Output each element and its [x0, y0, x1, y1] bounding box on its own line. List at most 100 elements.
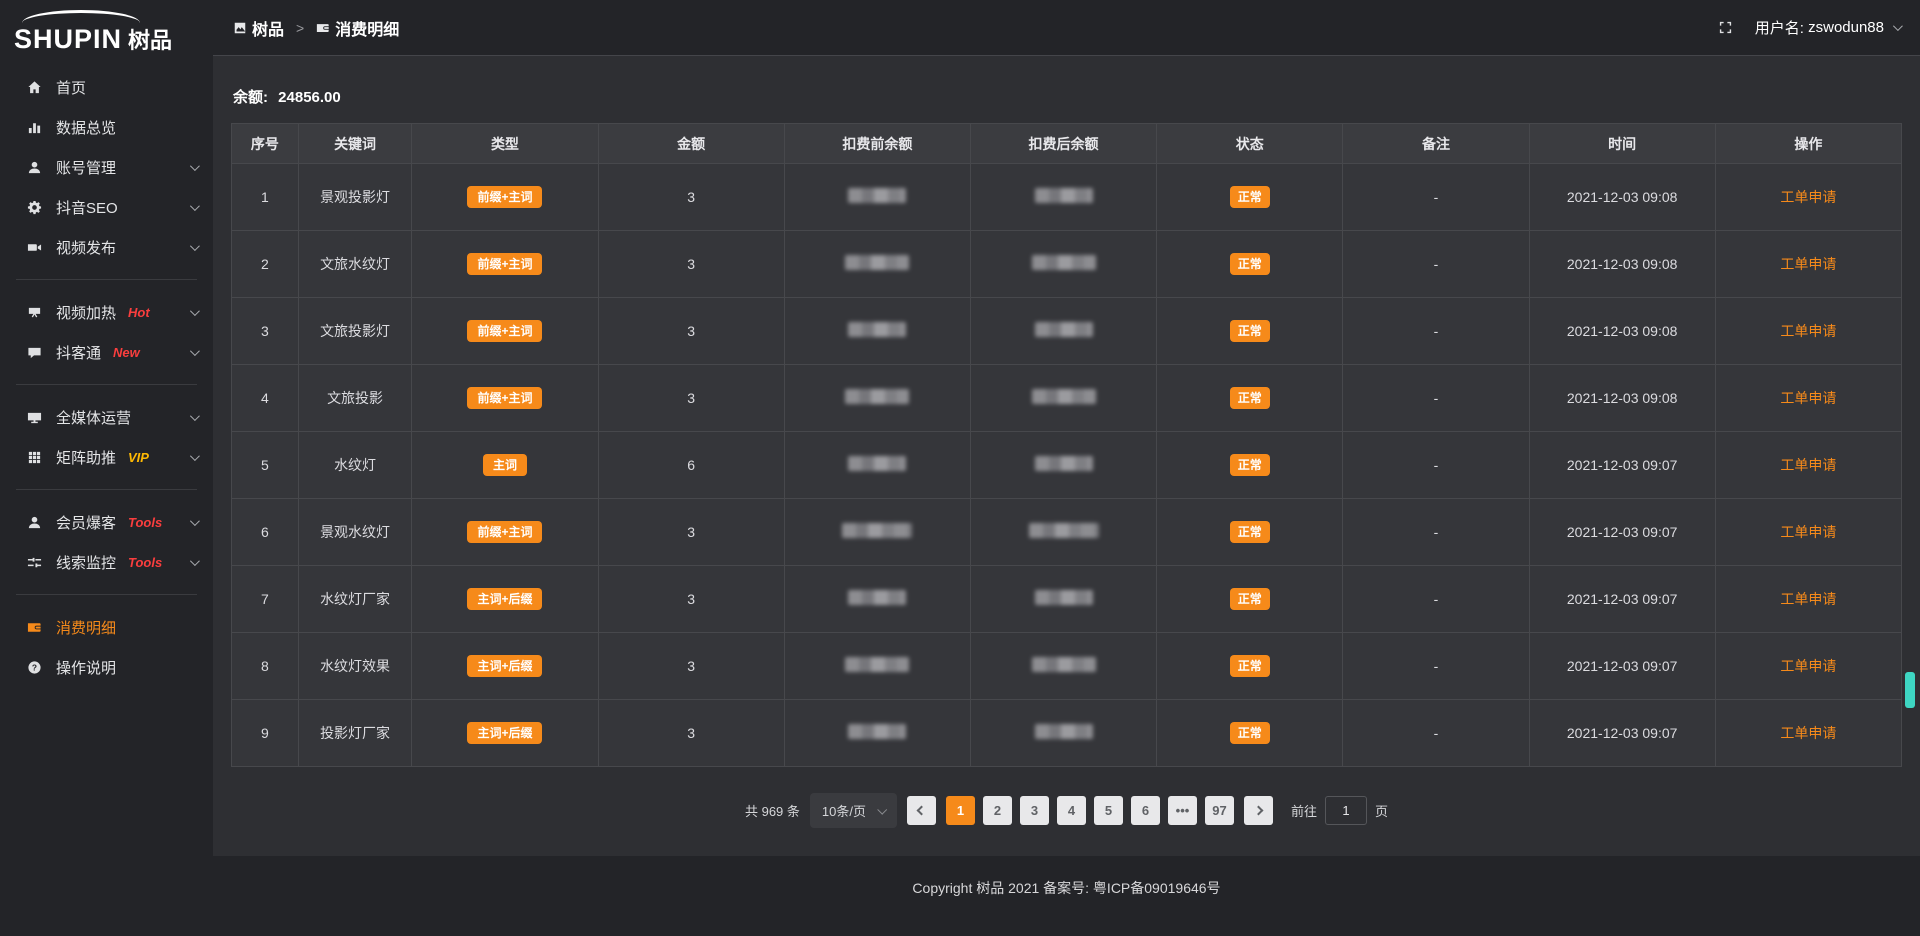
row-index-cell: 4 — [232, 365, 299, 432]
sidebar-item-member-baoke[interactable]: 会员爆客 Tools — [0, 502, 213, 542]
note-cell: - — [1343, 365, 1529, 432]
sidebar-nav: 首页 数据总览 账号管理 抖音SEO 视频发布 — [0, 57, 213, 687]
ticket-request-link[interactable]: 工单申请 — [1780, 457, 1836, 473]
page-size-value: 10条/页 — [822, 801, 866, 820]
keyword-cell: 水纹灯厂家 — [298, 566, 412, 633]
table-row: 8水纹灯效果主词+后缀3正常-2021-12-03 09:07工单申请 — [232, 633, 1902, 700]
sidebar-item-label: 会员爆客 — [56, 512, 116, 533]
sidebar-item-lead-monitoring[interactable]: 线索监控 Tools — [0, 542, 213, 582]
masked-balance-after — [1029, 523, 1099, 538]
sidebar-item-label: 全媒体运营 — [56, 407, 131, 428]
table-row: 3文旅投影灯前缀+主词3正常-2021-12-03 09:08工单申请 — [232, 298, 1902, 365]
ticket-request-link[interactable]: 工单申请 — [1780, 256, 1836, 272]
table-cell — [970, 365, 1156, 432]
row-index-cell: 3 — [232, 298, 299, 365]
consumption-table: 序号关键词类型金额扣费前余额扣费后余额状态备注时间操作 1景观投影灯前缀+主词3… — [231, 123, 1902, 767]
ticket-request-link[interactable]: 工单申请 — [1780, 591, 1836, 607]
vip-tag: VIP — [128, 450, 149, 465]
amount-cell: 3 — [598, 566, 784, 633]
chevron-down-icon — [190, 161, 200, 171]
fullscreen-icon — [1718, 20, 1733, 35]
status-badge: 正常 — [1230, 253, 1270, 275]
table-cell — [970, 499, 1156, 566]
grid-icon — [26, 449, 42, 465]
keyword-cell: 景观投影灯 — [298, 164, 412, 231]
sidebar-item-omnimedia-operation[interactable]: 全媒体运营 — [0, 397, 213, 437]
sidebar-item-home[interactable]: 首页 — [0, 67, 213, 107]
row-index-cell: 7 — [232, 566, 299, 633]
footer: Copyright 树品 2021 备案号: 粤ICP备09019646号 — [213, 856, 1920, 936]
sidebar-item-douyin-seo[interactable]: 抖音SEO — [0, 187, 213, 227]
page-button[interactable]: 97 — [1205, 796, 1234, 825]
column-header: 备注 — [1343, 124, 1529, 164]
scrollbar-thumb[interactable] — [1905, 672, 1915, 708]
table-cell: 工单申请 — [1715, 700, 1901, 767]
chevron-down-icon — [190, 516, 200, 526]
masked-balance-before — [845, 657, 909, 672]
ticket-request-link[interactable]: 工单申请 — [1780, 323, 1836, 339]
table-row: 6景观水纹灯前缀+主词3正常-2021-12-03 09:07工单申请 — [232, 499, 1902, 566]
time-cell: 2021-12-03 09:08 — [1529, 298, 1715, 365]
user-dropdown[interactable]: 用户名: zswodun88 — [1755, 17, 1900, 38]
type-badge: 主词+后缀 — [467, 588, 542, 610]
amount-cell: 3 — [598, 231, 784, 298]
table-cell — [784, 432, 970, 499]
masked-balance-after — [1035, 590, 1093, 605]
page-button[interactable]: 5 — [1094, 796, 1123, 825]
page-button[interactable]: 2 — [983, 796, 1012, 825]
table-cell: 主词+后缀 — [412, 700, 598, 767]
sidebar-item-instructions[interactable]: ? 操作说明 — [0, 647, 213, 687]
next-page-button[interactable] — [1244, 796, 1273, 825]
ticket-request-link[interactable]: 工单申请 — [1780, 390, 1836, 406]
row-index-cell: 1 — [232, 164, 299, 231]
table-cell: 正常 — [1157, 700, 1343, 767]
table-cell — [970, 164, 1156, 231]
table-cell — [784, 566, 970, 633]
breadcrumb-home[interactable]: 树品 — [233, 16, 284, 40]
prev-page-button[interactable] — [907, 796, 936, 825]
sidebar-item-douketong[interactable]: 抖客通 New — [0, 332, 213, 372]
breadcrumb-label: 消费明细 — [335, 16, 399, 40]
sidebar-item-video-publish[interactable]: 视频发布 — [0, 227, 213, 267]
page-button[interactable]: 1 — [946, 796, 975, 825]
sidebar-item-account-management[interactable]: 账号管理 — [0, 147, 213, 187]
ticket-request-link[interactable]: 工单申请 — [1780, 189, 1836, 205]
balance-display: 余额: 24856.00 — [231, 56, 1902, 123]
amount-cell: 3 — [598, 298, 784, 365]
keyword-cell: 文旅水纹灯 — [298, 231, 412, 298]
time-cell: 2021-12-03 09:07 — [1529, 700, 1715, 767]
ticket-request-link[interactable]: 工单申请 — [1780, 524, 1836, 540]
breadcrumb-label: 树品 — [252, 16, 284, 40]
masked-balance-after — [1035, 724, 1093, 739]
status-badge: 正常 — [1230, 186, 1270, 208]
sidebar-item-data-overview[interactable]: 数据总览 — [0, 107, 213, 147]
ticket-request-link[interactable]: 工单申请 — [1780, 658, 1836, 674]
page-button[interactable]: 4 — [1057, 796, 1086, 825]
note-cell: - — [1343, 700, 1529, 767]
goto-page-input[interactable] — [1325, 796, 1367, 825]
time-cell: 2021-12-03 09:07 — [1529, 432, 1715, 499]
ticket-request-link[interactable]: 工单申请 — [1780, 725, 1836, 741]
type-badge: 主词+后缀 — [467, 655, 542, 677]
sidebar-item-matrix-boost[interactable]: 矩阵助推 VIP — [0, 437, 213, 477]
goto-suffix-label: 页 — [1375, 801, 1388, 820]
nav-divider — [16, 594, 197, 595]
table-cell — [970, 700, 1156, 767]
fullscreen-button[interactable] — [1718, 20, 1733, 35]
type-badge: 前缀+主词 — [467, 521, 542, 543]
table-cell: 正常 — [1157, 432, 1343, 499]
sidebar-item-consumption-detail[interactable]: 消费明细 — [0, 607, 213, 647]
masked-balance-after — [1035, 188, 1093, 203]
note-cell: - — [1343, 298, 1529, 365]
sidebar-item-video-heating[interactable]: 视频加热 Hot — [0, 292, 213, 332]
logo-arc-decoration — [22, 10, 140, 23]
question-icon: ? — [26, 659, 42, 675]
table-cell: 前缀+主词 — [412, 365, 598, 432]
page-button[interactable]: 3 — [1020, 796, 1049, 825]
note-cell: - — [1343, 566, 1529, 633]
page-size-select[interactable]: 10条/页 — [810, 793, 897, 828]
page-button[interactable]: 6 — [1131, 796, 1160, 825]
sidebar-item-label: 抖音SEO — [56, 197, 118, 218]
chevron-down-icon — [190, 201, 200, 211]
page-ellipsis-button[interactable]: ••• — [1168, 796, 1197, 825]
